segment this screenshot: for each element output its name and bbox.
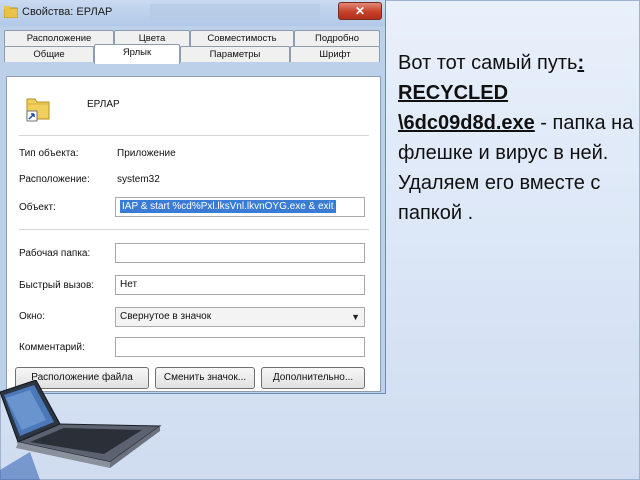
advanced-button[interactable]: Дополнительно... [261, 367, 365, 389]
separator-middle [19, 229, 369, 230]
object-label: Объект: [19, 202, 56, 213]
tab-strip: Расположение Цвета Совместимость Подробн… [4, 30, 382, 78]
hotkey-input[interactable]: Нет [115, 275, 365, 295]
object-input[interactable]: IAP & start %cd%Pxl.lksVnl.lkvnOYG.exe &… [115, 197, 365, 217]
tab-font[interactable]: Шрифт [290, 46, 380, 62]
window-label: Окно: [19, 311, 46, 322]
workdir-label: Рабочая папка: [19, 248, 91, 259]
window-select[interactable]: Свернутое в значок ▼ [115, 307, 365, 327]
comment-label: Комментарий: [19, 342, 85, 353]
dropdown-arrow-icon: ▼ [351, 312, 360, 322]
app-name: ЕРЛАР [87, 99, 120, 110]
tab-general[interactable]: Общие [4, 46, 94, 62]
object-selection: IAP & start %cd%Pxl.lksVnl.lkvnOYG.exe &… [120, 200, 336, 213]
tab-details[interactable]: Подробно [294, 30, 380, 46]
workdir-input[interactable] [115, 243, 365, 263]
location-label: Расположение: [19, 174, 90, 185]
tab-compatibility[interactable]: Совместимость [190, 30, 294, 46]
dialog-title: Свойства: ЕРЛАР [22, 6, 113, 18]
separator-top [19, 135, 369, 136]
shortcut-folder-icon [4, 6, 18, 18]
tab-shortcut[interactable]: Ярлык [94, 44, 180, 64]
properties-dialog: Свойства: ЕРЛАР ✕ Расположение Цвета Сов… [0, 0, 386, 394]
folder-shortcut-icon [26, 98, 50, 122]
slide-text-intro: Вот тот самый путь [398, 52, 578, 74]
comment-input[interactable] [115, 337, 365, 357]
hotkey-label: Быстрый вызов: [19, 280, 95, 291]
type-label: Тип объекта: [19, 148, 79, 159]
window-select-value: Свернутое в значок [120, 311, 212, 322]
laptop-illustration [0, 380, 162, 480]
dialog-titlebar[interactable]: Свойства: ЕРЛАР ✕ [0, 0, 385, 26]
location-value: system32 [117, 174, 160, 185]
close-button[interactable]: ✕ [338, 2, 382, 20]
shortcut-tab-panel: ЕРЛАР Тип объекта: Приложение Расположен… [6, 76, 381, 392]
title-blur-region [150, 4, 320, 20]
type-value: Приложение [117, 148, 176, 159]
tab-options[interactable]: Параметры [180, 46, 290, 62]
change-icon-button[interactable]: Сменить значок... [155, 367, 255, 389]
slide-text: Вот тот самый путь: RECYCLED \6dc09d8d.e… [398, 48, 636, 228]
